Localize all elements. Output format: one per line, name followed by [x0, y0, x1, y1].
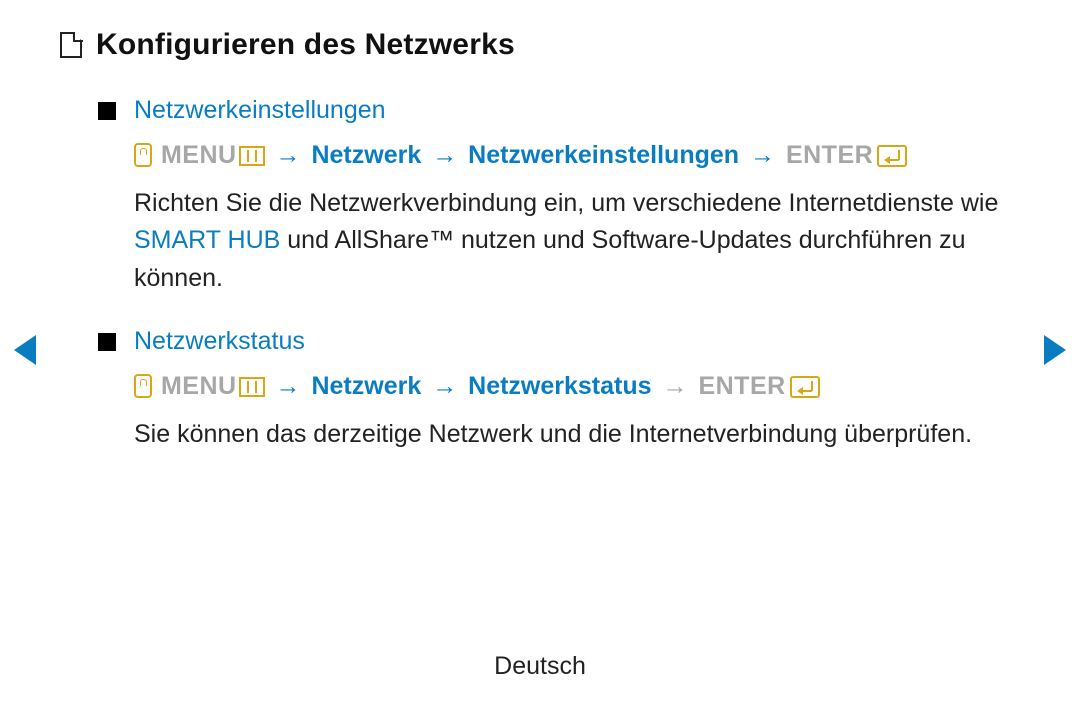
menu-label: MENU	[161, 372, 237, 400]
arrow-separator: →	[746, 141, 779, 169]
section-netzwerkstatus: Netzwerkstatus MENU → Netzwerk → Netzwer…	[98, 327, 1020, 453]
menu-grid-icon	[239, 377, 265, 397]
section-head: Netzwerkstatus	[98, 327, 1020, 356]
section-head: Netzwerkeinstellungen	[98, 96, 1020, 125]
navigation-path: MENU → Netzwerk → Netzwerkstatus → ENTER	[134, 368, 1020, 406]
path-segment-2: Netzwerkeinstellungen	[468, 141, 739, 169]
section-netzwerkeinstellungen: Netzwerkeinstellungen MENU → Netzwerk → …	[98, 96, 1020, 297]
section-body: Richten Sie die Netzwerkverbindung ein, …	[134, 185, 1020, 298]
path-segment-1: Netzwerk	[311, 141, 421, 169]
square-bullet-icon	[98, 102, 116, 120]
nav-next-button[interactable]	[1044, 335, 1066, 365]
page-title: Konfigurieren des Netzwerks	[96, 28, 515, 62]
arrow-separator: →	[428, 372, 461, 400]
arrow-separator: →	[659, 372, 692, 400]
path-segment-2: Netzwerkstatus	[468, 372, 651, 400]
body-text-pre: Richten Sie die Netzwerkverbindung ein, …	[134, 189, 998, 217]
enter-label: ENTER	[698, 372, 785, 400]
smart-hub-label: SMART HUB	[134, 226, 280, 254]
menu-grid-icon	[239, 146, 265, 166]
navigation-path: MENU → Netzwerk → Netzwerkeinstellungen …	[134, 137, 1020, 175]
menu-label: MENU	[161, 141, 237, 169]
remote-icon	[134, 374, 152, 398]
enter-label: ENTER	[786, 141, 873, 169]
nav-prev-button[interactable]	[14, 335, 36, 365]
section-title: Netzwerkstatus	[134, 327, 305, 356]
path-segment-1: Netzwerk	[311, 372, 421, 400]
section-body: Sie können das derzeitige Netzwerk und d…	[134, 416, 1020, 454]
footer-language: Deutsch	[0, 652, 1080, 681]
title-row: Konfigurieren des Netzwerks	[60, 28, 1020, 62]
sheet-icon	[60, 32, 82, 58]
arrow-separator: →	[272, 372, 305, 400]
square-bullet-icon	[98, 333, 116, 351]
remote-icon	[134, 143, 152, 167]
section-title: Netzwerkeinstellungen	[134, 96, 386, 125]
arrow-separator: →	[272, 141, 305, 169]
arrow-separator: →	[428, 141, 461, 169]
enter-icon	[790, 376, 820, 398]
enter-icon	[877, 145, 907, 167]
